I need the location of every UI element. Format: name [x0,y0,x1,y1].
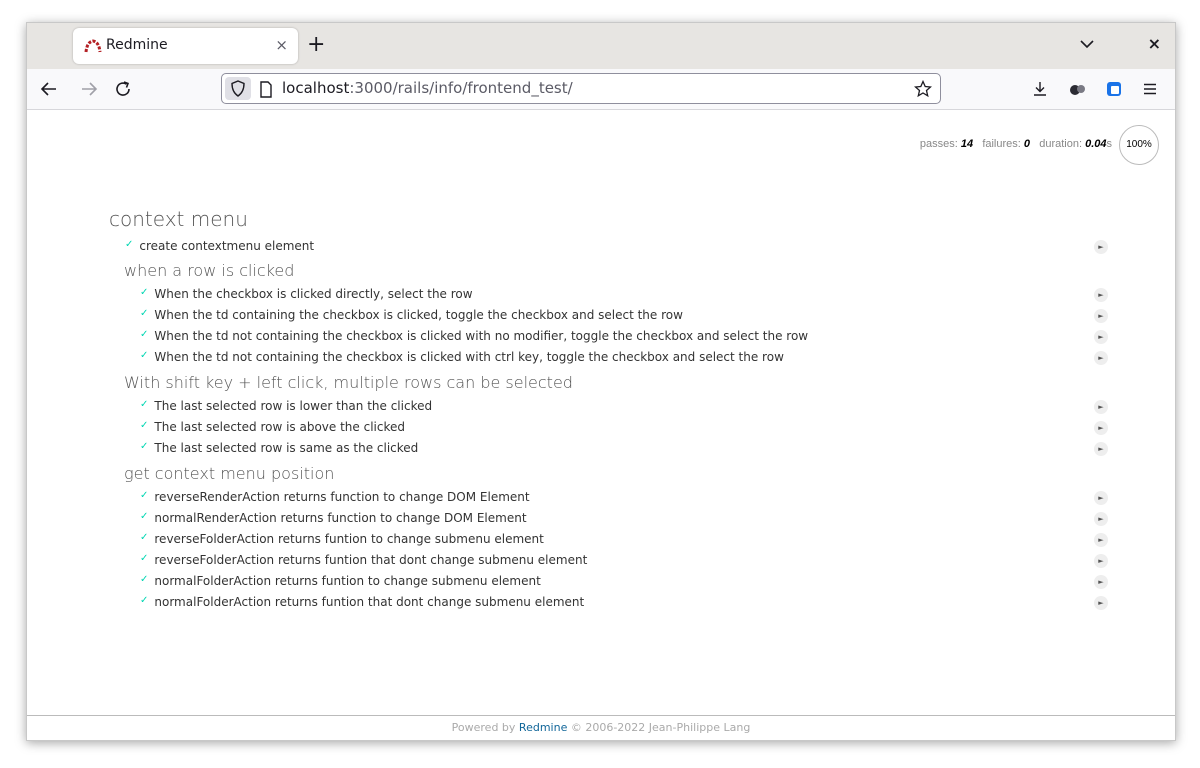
test-item[interactable]: ✓ When the td not containing the checkbox… [140,329,808,343]
page-icon [260,81,272,98]
check-icon: ✓ [140,490,149,501]
window-close-button[interactable]: × [1148,34,1161,54]
failures-label: failures: [982,138,1021,150]
url-text[interactable]: localhost:3000/rails/info/frontend_test/ [282,79,573,97]
account-sync-icon[interactable] [1105,80,1123,98]
test-title: reverseFolderAction returns funtion that… [154,553,588,567]
replay-icon[interactable]: ► [1094,442,1108,456]
replay-icon[interactable]: ► [1094,554,1108,568]
browser-window: Redmine × + × localhost:3000/rails/info/… [26,22,1176,741]
back-arrow-icon[interactable] [37,77,61,101]
check-icon: ✓ [140,574,149,585]
replay-icon[interactable]: ► [1094,575,1108,589]
test-title: normalFolderAction returns funtion that … [154,595,585,609]
reload-icon[interactable] [111,77,135,101]
mocha-stats: passes: 14 failures: 0 duration: 0.04s [920,138,1112,150]
test-item[interactable]: ✓ create contextmenu element [125,239,314,253]
check-icon: ✓ [140,329,149,340]
test-title: The last selected row is above the click… [154,420,405,434]
test-title: When the td not containing the checkbox … [154,329,809,343]
replay-icon[interactable]: ► [1094,240,1108,254]
test-item[interactable]: ✓ When the checkbox is clicked directly, … [140,287,473,301]
test-item[interactable]: ✓ The last selected row is lower than the… [140,399,432,413]
url-path: :3000/rails/info/frontend_test/ [349,79,573,97]
test-item[interactable]: ✓ The last selected row is above the clic… [140,420,405,434]
footer-copyright: © 2006-2022 Jean-Philippe Lang [570,721,751,734]
test-item[interactable]: ✓ When the td not containing the checkbox… [140,350,784,364]
progress-ring: 100% [1119,125,1159,165]
tab-redmine[interactable]: Redmine × [73,28,298,64]
duration-value: 0.04 [1085,138,1107,150]
test-item[interactable]: ✓ normalRenderAction returns function to … [140,511,527,525]
test-title: When the td not containing the checkbox … [154,350,784,364]
replay-icon[interactable]: ► [1094,330,1108,344]
test-item[interactable]: ✓ When the td containing the checkbox is … [140,308,683,322]
page-footer: Powered by Redmine © 2006-2022 Jean-Phil… [27,715,1175,740]
chevron-down-icon[interactable] [1077,34,1097,54]
url-host: localhost [282,79,350,97]
check-icon: ✓ [140,420,149,431]
replay-icon[interactable]: ► [1094,351,1108,365]
download-icon[interactable] [1031,80,1049,98]
redmine-logo-icon [84,39,102,53]
tracking-protection-button[interactable] [225,77,251,100]
test-title: The last selected row is lower than the … [154,399,433,413]
shield-icon [231,80,245,97]
check-icon: ✓ [140,511,149,522]
check-icon: ✓ [140,287,149,298]
test-title: When the checkbox is clicked directly, s… [154,287,473,301]
replay-icon[interactable]: ► [1094,533,1108,547]
passes-count[interactable]: 14 [961,138,973,150]
replay-icon[interactable]: ► [1094,491,1108,505]
test-title: When the td containing the checkbox is c… [154,308,683,322]
hamburger-menu-icon[interactable] [1141,80,1159,98]
new-tab-button[interactable]: + [307,32,325,58]
test-title: create contextmenu element [139,239,315,253]
check-icon: ✓ [140,595,149,606]
forward-arrow-icon[interactable] [77,77,101,101]
test-title: The last selected row is same as the cli… [154,441,419,455]
test-item[interactable]: ✓ normalFolderAction returns funtion to c… [140,574,541,588]
tab-title: Redmine [106,37,168,53]
check-icon: ✓ [140,308,149,319]
replay-icon[interactable]: ► [1094,596,1108,610]
suite-title[interactable]: context menu [109,207,248,231]
check-icon: ✓ [140,399,149,410]
replay-icon[interactable]: ► [1094,400,1108,414]
check-icon: ✓ [140,441,149,452]
page-content: passes: 14 failures: 0 duration: 0.04s 1… [27,110,1175,716]
duration-label: duration: [1039,138,1083,150]
test-item[interactable]: ✓ reverseFolderAction returns funtion tha… [140,553,587,567]
footer-prefix: Powered by [451,721,516,734]
subsuite-title[interactable]: get context menu position [124,464,334,483]
navigation-toolbar: localhost:3000/rails/info/frontend_test/ [27,69,1175,110]
test-title: normalFolderAction returns funtion to ch… [154,574,541,588]
address-bar[interactable]: localhost:3000/rails/info/frontend_test/ [221,73,941,104]
test-item[interactable]: ✓ normalFolderAction returns funtion that… [140,595,584,609]
close-tab-icon[interactable]: × [275,36,288,54]
test-title: reverseRenderAction returns function to … [154,490,530,504]
duration-unit: s [1106,138,1113,150]
failures-count[interactable]: 0 [1024,138,1030,150]
check-icon: ✓ [140,350,149,361]
test-item[interactable]: ✓ The last selected row is same as the cl… [140,441,418,455]
bookmark-star-icon[interactable] [914,80,932,98]
replay-icon[interactable]: ► [1094,309,1108,323]
subsuite-title[interactable]: when a row is clicked [124,261,294,280]
test-item[interactable]: ✓ reverseRenderAction returns function to… [140,490,530,504]
replay-icon[interactable]: ► [1094,512,1108,526]
extension-icon[interactable] [1069,80,1087,98]
check-icon: ✓ [140,532,149,543]
check-icon: ✓ [140,553,149,564]
test-title: normalRenderAction returns function to c… [154,511,527,525]
subsuite-title[interactable]: With shift key + left click, multiple ro… [124,373,573,392]
check-icon: ✓ [125,239,134,250]
test-title: reverseFolderAction returns funtion to c… [154,532,544,546]
tab-strip: Redmine × + × [27,23,1175,69]
replay-icon[interactable]: ► [1094,421,1108,435]
replay-icon[interactable]: ► [1094,288,1108,302]
test-item[interactable]: ✓ reverseFolderAction returns funtion to … [140,532,544,546]
redmine-link[interactable]: Redmine [519,721,567,734]
passes-label: passes: [919,138,958,150]
